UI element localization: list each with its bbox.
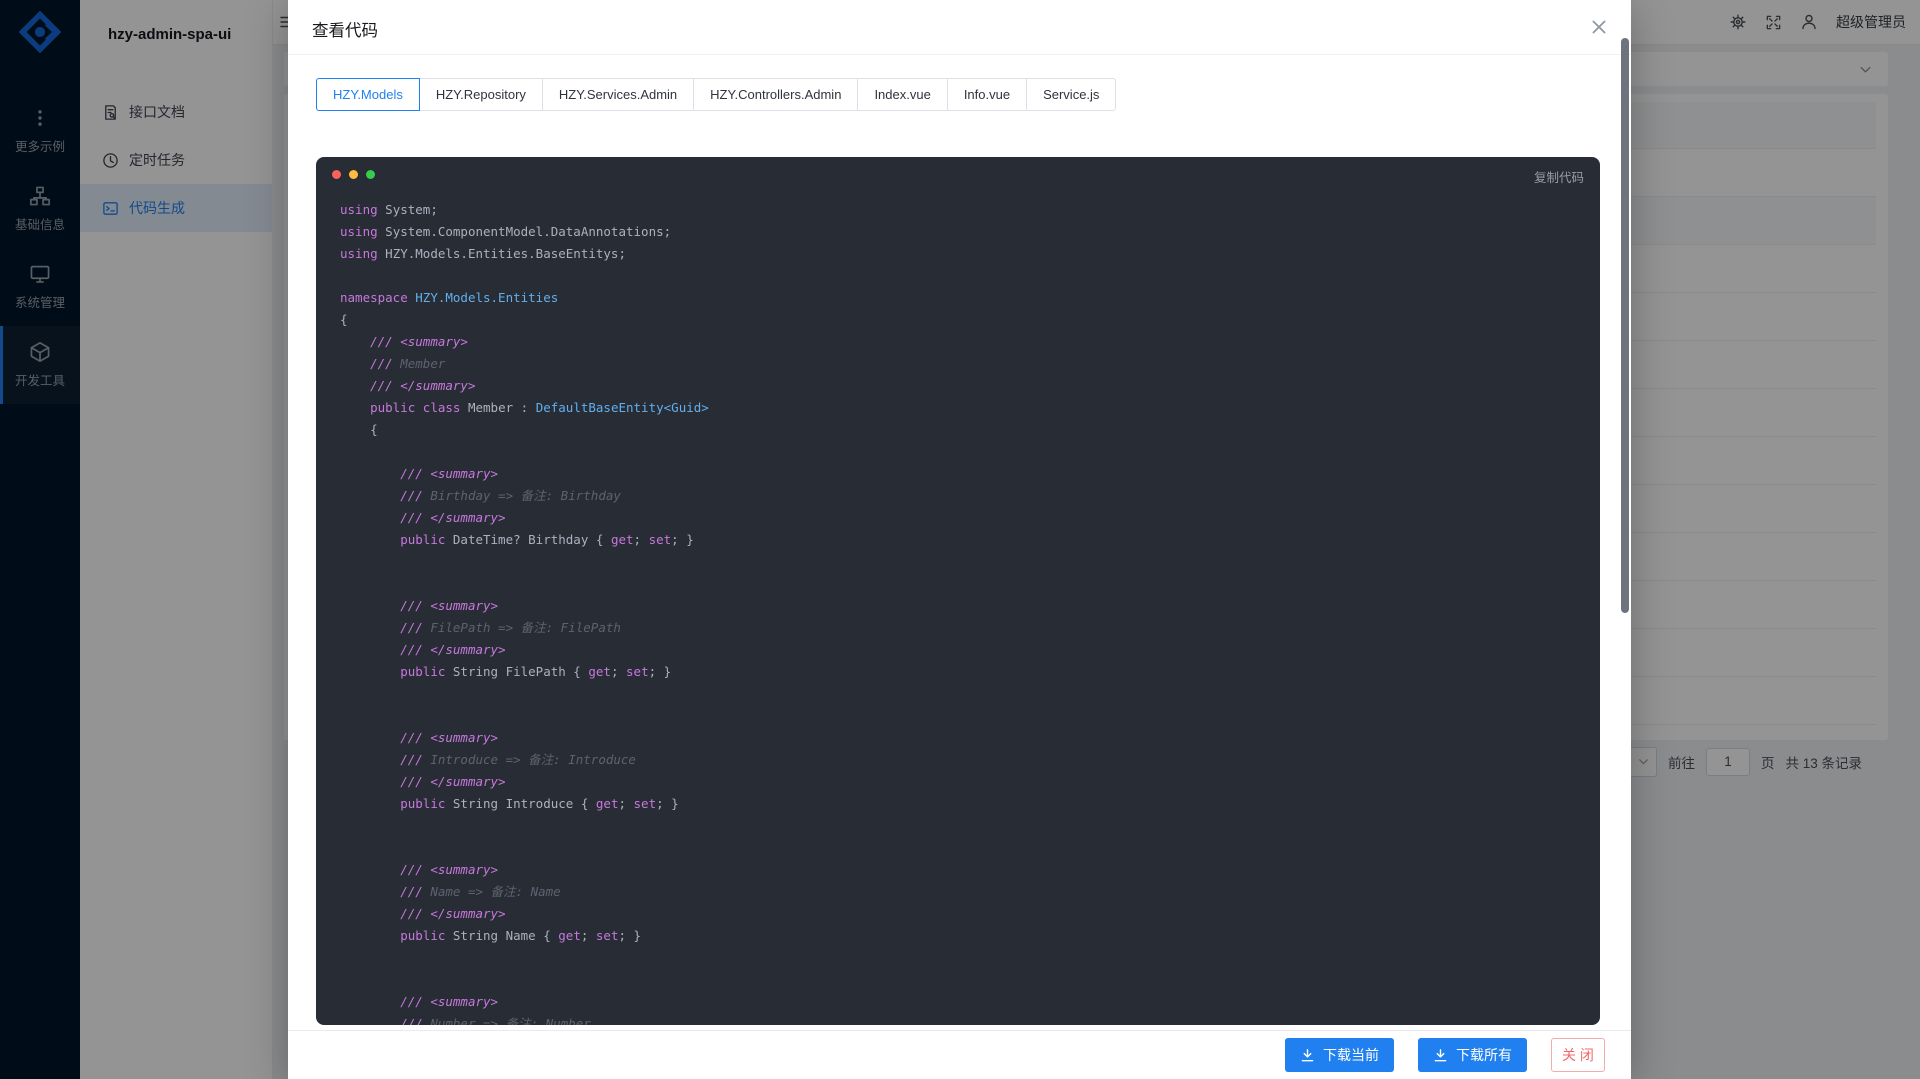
code-line [340, 265, 1592, 287]
download-icon [1433, 1048, 1448, 1063]
tab-info-vue[interactable]: Info.vue [947, 78, 1027, 111]
download-current-button[interactable]: 下载当前 [1285, 1038, 1394, 1072]
modal-header: 查看代码 [288, 0, 1631, 55]
code-line: public String Introduce { get; set; } [340, 793, 1592, 815]
code-line [340, 705, 1592, 727]
download-current-label: 下载当前 [1323, 1045, 1379, 1065]
code-line [340, 551, 1592, 573]
code-line: /// FilePath => 备注: FilePath [340, 617, 1592, 639]
code-line: /// Name => 备注: Name [340, 881, 1592, 903]
code-line: namespace HZY.Models.Entities [340, 287, 1592, 309]
tab-hzy-controllers-admin[interactable]: HZY.Controllers.Admin [693, 78, 858, 111]
code-line: public DateTime? Birthday { get; set; } [340, 529, 1592, 551]
code-line: /// Number => 备注: Number [340, 1013, 1592, 1025]
code-line [340, 815, 1592, 837]
copy-code-button[interactable]: 复制代码 [1534, 167, 1584, 186]
code-line: /// Introduce => 备注: Introduce [340, 749, 1592, 771]
code-line: /// <summary> [340, 595, 1592, 617]
dot-yellow-icon [349, 170, 358, 179]
tab-index-vue[interactable]: Index.vue [857, 78, 947, 111]
modal-scrollbar-thumb[interactable] [1621, 38, 1629, 613]
code-line [340, 683, 1592, 705]
code-line [340, 441, 1592, 463]
code-line: /// </summary> [340, 639, 1592, 661]
code-line [340, 837, 1592, 859]
code-line: /// </summary> [340, 771, 1592, 793]
tab-hzy-models[interactable]: HZY.Models [316, 78, 420, 111]
code-line: using System; [340, 199, 1592, 221]
code-line: using System.ComponentModel.DataAnnotati… [340, 221, 1592, 243]
download-icon [1300, 1048, 1315, 1063]
download-all-button[interactable]: 下载所有 [1418, 1038, 1527, 1072]
code-line: /// <summary> [340, 463, 1592, 485]
tab-hzy-repository[interactable]: HZY.Repository [419, 78, 543, 111]
dot-red-icon [332, 170, 341, 179]
dot-green-icon [366, 170, 375, 179]
code-line: /// <summary> [340, 727, 1592, 749]
code-line: public class Member : DefaultBaseEntity<… [340, 397, 1592, 419]
code-line: /// </summary> [340, 375, 1592, 397]
code-line: using HZY.Models.Entities.BaseEntitys; [340, 243, 1592, 265]
code-line: { [340, 419, 1592, 441]
code-line: /// Member [340, 353, 1592, 375]
code-line: /// <summary> [340, 991, 1592, 1013]
close-button[interactable]: 关 闭 [1551, 1038, 1605, 1072]
view-code-modal: 查看代码 HZY.ModelsHZY.RepositoryHZY.Service… [288, 0, 1631, 1079]
code-line [340, 947, 1592, 969]
code-line: public String FilePath { get; set; } [340, 661, 1592, 683]
app-root: 更多示例基础信息系统管理开发工具 hzy-admin-spa-ui 接口文档定时… [0, 0, 1920, 1079]
code-line: /// </summary> [340, 507, 1592, 529]
download-all-label: 下载所有 [1456, 1045, 1512, 1065]
code-tabs: HZY.ModelsHZY.RepositoryHZY.Services.Adm… [316, 78, 1116, 111]
code-line [340, 969, 1592, 991]
close-icon[interactable] [1589, 17, 1609, 37]
modal-footer: 下载当前 下载所有 关 闭 [288, 1030, 1631, 1079]
code-line: { [340, 309, 1592, 331]
tab-service-js[interactable]: Service.js [1026, 78, 1116, 111]
window-dots [332, 170, 375, 179]
code-line: /// <summary> [340, 859, 1592, 881]
code-line: /// Birthday => 备注: Birthday [340, 485, 1592, 507]
code-line: /// <summary> [340, 331, 1592, 353]
modal-title: 查看代码 [312, 17, 378, 41]
code-line: public String Name { get; set; } [340, 925, 1592, 947]
code-line [340, 573, 1592, 595]
tab-hzy-services-admin[interactable]: HZY.Services.Admin [542, 78, 694, 111]
code-viewer: 复制代码 using System;using System.Component… [316, 157, 1600, 1025]
code-content[interactable]: using System;using System.ComponentModel… [340, 199, 1592, 1025]
code-line: /// </summary> [340, 903, 1592, 925]
